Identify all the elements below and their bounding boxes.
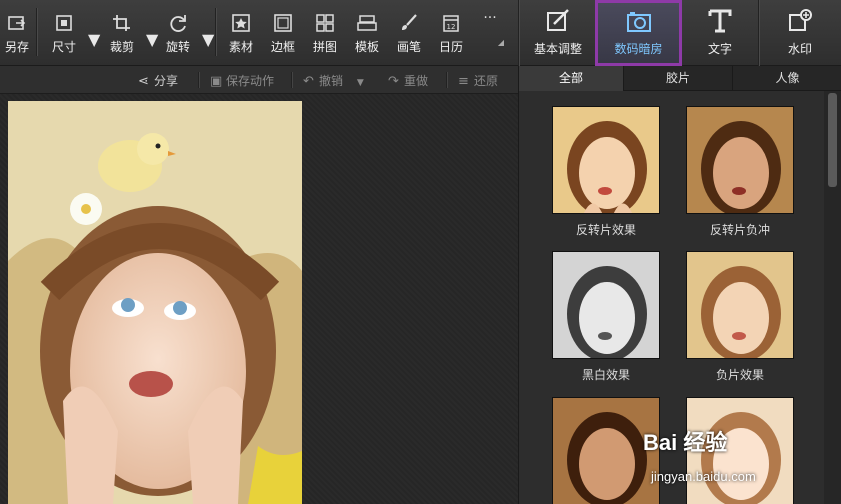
effect-thumb-black-white[interactable] <box>552 251 660 359</box>
save-action-button[interactable]: ▣ 保存动作 <box>210 72 274 89</box>
frame-icon <box>274 14 292 32</box>
tab-all[interactable]: 全部 <box>519 66 624 91</box>
effect-thumb-reversal-push[interactable] <box>686 106 794 214</box>
resize-icon <box>56 15 72 31</box>
redo-button[interactable]: ↷ 重做 <box>388 72 428 89</box>
effect-preview-image <box>553 252 659 358</box>
brush-icon <box>402 14 417 30</box>
tab-portrait[interactable]: 人像 <box>733 66 841 91</box>
crop-icon <box>113 15 130 31</box>
tab-film[interactable]: 胶片 <box>624 66 733 91</box>
effect-thumb-negative[interactable] <box>686 251 794 359</box>
collage-icon <box>316 14 334 32</box>
effect-thumb-reversal-film[interactable] <box>552 106 660 214</box>
expand-icon: ◢ <box>497 38 504 47</box>
darkroom-tab[interactable]: 数码暗房 <box>595 0 682 66</box>
effect-category-tabs: 全部 胶片 人像 <box>519 66 841 91</box>
resize-button[interactable]: 尺寸 <box>44 0 84 62</box>
undo-dropdown-icon[interactable]: ▼ <box>357 78 364 88</box>
calendar-icon: 12 <box>443 15 459 32</box>
effect-label: 黑白效果 <box>581 368 630 382</box>
restore-button[interactable]: ≡ 还原 <box>458 72 498 89</box>
watermark-icon <box>789 9 812 31</box>
scrollbar-thumb[interactable] <box>828 93 837 187</box>
divider <box>36 8 37 56</box>
redo-icon: ↷ <box>388 74 399 89</box>
divider <box>446 72 447 88</box>
save-as-button[interactable]: 另存 <box>0 0 34 62</box>
sticker-button[interactable]: 素材 <box>222 0 260 62</box>
effect-label: 反转片效果 <box>575 223 636 237</box>
divider <box>198 72 199 88</box>
photo-girl-with-chick <box>8 101 302 504</box>
watermark-url: jingyan.baidu.com <box>651 469 756 484</box>
svg-text:12: 12 <box>447 23 456 31</box>
effect-preview-image <box>687 252 793 358</box>
sticker-icon <box>232 14 250 32</box>
panel-scrollbar[interactable] <box>824 91 841 504</box>
effect-label: 负片效果 <box>715 368 764 382</box>
basic-adjust-tab[interactable]: 基本调整 <box>522 0 594 66</box>
share-button[interactable]: ⋖ 分享 <box>138 72 178 89</box>
basic-adjust-icon <box>547 9 569 31</box>
text-icon <box>708 9 732 33</box>
effect-label: 反转片负冲 <box>709 223 770 237</box>
more-icon: ··· <box>483 10 497 26</box>
more-tools-button[interactable]: ··· ◢ <box>474 0 506 62</box>
collage-button[interactable]: 拼图 <box>306 0 344 62</box>
image-canvas[interactable] <box>0 94 518 504</box>
divider <box>758 0 759 66</box>
divider <box>291 72 292 88</box>
calendar-button[interactable]: 12 日历 <box>432 0 470 62</box>
edited-photo[interactable] <box>8 101 302 504</box>
undo-button[interactable]: ↶ 撤销 ▼ <box>303 72 364 89</box>
divider <box>215 8 216 56</box>
rotate-icon <box>170 15 186 32</box>
save-action-icon: ▣ <box>210 74 223 89</box>
darkroom-icon <box>626 12 651 32</box>
template-icon <box>357 15 377 31</box>
template-button[interactable]: 模板 <box>348 0 386 62</box>
watermark-tab[interactable]: 水印 <box>762 0 838 66</box>
watermark-brand: Bai 经验 <box>643 430 728 455</box>
main-toolbar: 另存 尺寸 ▼ 裁剪 ▼ 旋转 ▼ 素材 边框 拼图 模板 画笔 12 日历 · <box>0 0 841 66</box>
effect-preview-image <box>553 107 659 213</box>
text-tab[interactable]: 文字 <box>684 0 756 66</box>
restore-icon: ≡ <box>458 74 469 89</box>
divider <box>518 0 519 66</box>
undo-icon: ↶ <box>303 74 314 89</box>
save-as-icon <box>8 16 26 30</box>
action-bar: ⋖ 分享 ▣ 保存动作 ↶ 撤销 ▼ ↷ 重做 ≡ 还原 <box>0 66 518 94</box>
crop-button[interactable]: 裁剪 <box>102 0 142 62</box>
share-icon: ⋖ <box>138 74 149 89</box>
effect-preview-image <box>687 107 793 213</box>
brush-button[interactable]: 画笔 <box>390 0 428 62</box>
frame-button[interactable]: 边框 <box>264 0 302 62</box>
rotate-button[interactable]: 旋转 <box>158 0 198 62</box>
